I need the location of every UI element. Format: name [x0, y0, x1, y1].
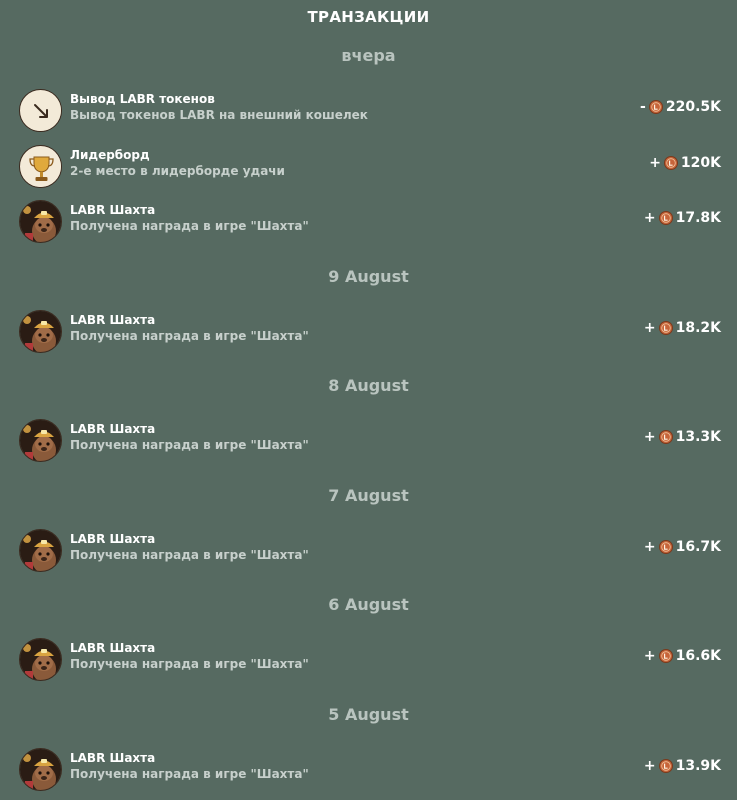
- labr-coin-icon: [659, 540, 673, 554]
- transaction-row[interactable]: Вывод LABR токенов Вывод токенов LABR на…: [0, 89, 737, 133]
- transaction-amount: + 13.9K: [644, 756, 721, 776]
- amount-sign: -: [640, 99, 646, 115]
- amount-value: 220.5K: [665, 99, 721, 115]
- amount-value: 13.9K: [675, 758, 721, 774]
- transaction-title: LABR Шахта: [70, 641, 156, 655]
- amount-sign: +: [643, 210, 656, 226]
- transaction-title: LABR Шахта: [70, 751, 156, 765]
- transaction-title: LABR Шахта: [70, 422, 156, 436]
- amount-sign: +: [643, 539, 656, 555]
- transaction-title: LABR Шахта: [70, 313, 156, 327]
- amount-value: 13.3K: [675, 429, 721, 445]
- transaction-title: LABR Шахта: [70, 203, 156, 217]
- labr-coin-icon: [659, 649, 673, 663]
- transaction-amount: + 18.2K: [644, 318, 721, 338]
- amount-sign: +: [643, 648, 656, 664]
- amount-value: 18.2K: [675, 320, 721, 336]
- amount-sign: +: [643, 320, 656, 336]
- transaction-title: LABR Шахта: [70, 532, 156, 546]
- date-group-title: 7 August: [328, 486, 409, 505]
- labr-coin-icon: [659, 759, 673, 773]
- amount-sign: +: [643, 758, 656, 774]
- miner-avatar-icon: [19, 529, 62, 572]
- transaction-subtitle: Вывод токенов LABR на внешний кошелек: [70, 108, 368, 122]
- amount-value: 17.8K: [675, 210, 721, 226]
- amount-value: 120K: [680, 155, 721, 171]
- arrow-down-right-icon: [19, 89, 62, 132]
- transaction-row[interactable]: LABR Шахта Получена награда в игре "Шахт…: [0, 748, 737, 792]
- miner-avatar-icon: [19, 200, 62, 243]
- date-group-title: 6 August: [328, 595, 409, 614]
- transaction-row[interactable]: LABR Шахта Получена награда в игре "Шахт…: [0, 200, 737, 244]
- transaction-subtitle: Получена награда в игре "Шахта": [70, 219, 309, 233]
- amount-value: 16.7K: [675, 539, 721, 555]
- labr-coin-icon: [659, 430, 673, 444]
- transaction-subtitle: 2-е место в лидерборде удачи: [70, 164, 285, 178]
- transaction-amount: + 13.3K: [644, 427, 721, 447]
- page-title: ТРАНЗАКЦИИ: [307, 8, 430, 26]
- transaction-subtitle: Получена награда в игре "Шахта": [70, 438, 309, 452]
- labr-coin-icon: [649, 100, 663, 114]
- date-group-title: 5 August: [328, 705, 409, 724]
- date-group-title: вчера: [341, 46, 396, 65]
- transaction-row[interactable]: LABR Шахта Получена награда в игре "Шахт…: [0, 419, 737, 463]
- amount-value: 16.6K: [675, 648, 721, 664]
- date-group-title: 8 August: [328, 376, 409, 395]
- transaction-row[interactable]: Лидерборд 2-е место в лидерборде удачи +…: [0, 145, 737, 189]
- trophy-icon: [19, 145, 62, 188]
- transaction-row[interactable]: LABR Шахта Получена награда в игре "Шахт…: [0, 529, 737, 573]
- transaction-amount: + 17.8K: [644, 208, 721, 228]
- transaction-row[interactable]: LABR Шахта Получена награда в игре "Шахт…: [0, 310, 737, 354]
- transaction-amount: + 16.7K: [644, 537, 721, 557]
- amount-sign: +: [649, 155, 661, 171]
- date-group-title: 9 August: [328, 267, 409, 286]
- amount-sign: +: [643, 429, 656, 445]
- miner-avatar-icon: [19, 310, 62, 353]
- transaction-title: Вывод LABR токенов: [70, 92, 215, 106]
- transaction-amount: + 16.6K: [644, 646, 721, 666]
- transaction-subtitle: Получена награда в игре "Шахта": [70, 657, 309, 671]
- transactions-page: ТРАНЗАКЦИИ вчера Вывод LABR токенов Выво…: [0, 0, 737, 800]
- labr-coin-icon: [664, 156, 678, 170]
- miner-avatar-icon: [19, 638, 62, 681]
- labr-coin-icon: [659, 321, 673, 335]
- transaction-amount: + 120K: [649, 153, 721, 173]
- labr-coin-icon: [659, 211, 673, 225]
- transaction-amount: - 220.5K: [640, 97, 721, 117]
- miner-avatar-icon: [19, 419, 62, 462]
- transaction-row[interactable]: LABR Шахта Получена награда в игре "Шахт…: [0, 638, 737, 682]
- transaction-subtitle: Получена награда в игре "Шахта": [70, 548, 309, 562]
- transaction-subtitle: Получена награда в игре "Шахта": [70, 329, 309, 343]
- miner-avatar-icon: [19, 748, 62, 791]
- transaction-subtitle: Получена награда в игре "Шахта": [70, 767, 309, 781]
- transaction-title: Лидерборд: [70, 148, 150, 162]
